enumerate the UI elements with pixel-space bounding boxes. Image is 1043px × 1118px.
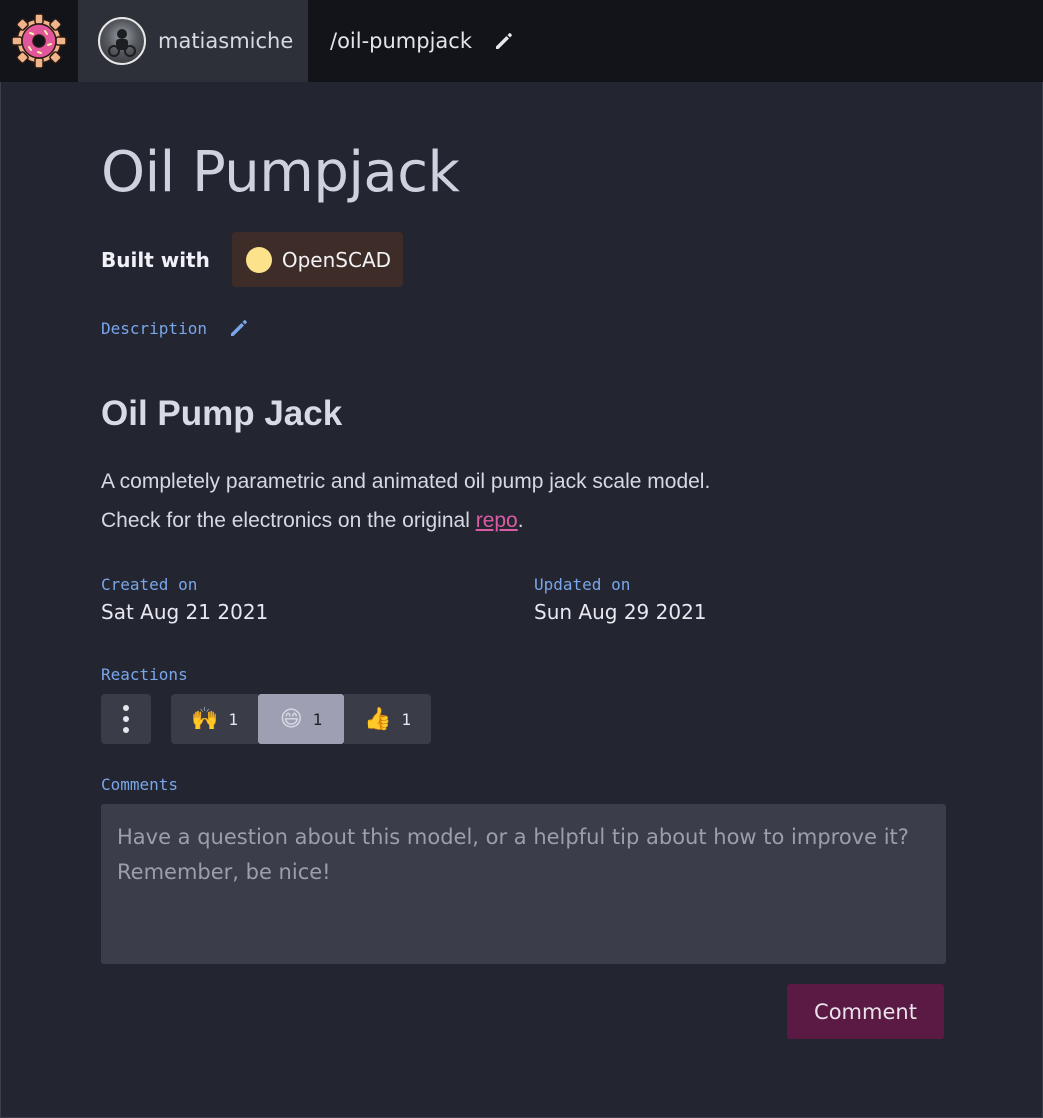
user-photo-icon bbox=[108, 29, 136, 57]
description-line-1: A completely parametric and animated oil… bbox=[101, 470, 711, 493]
reaction-grinning-face[interactable]: 😄 1 bbox=[258, 694, 344, 744]
slug-text: /oil-pumpjack bbox=[330, 29, 473, 53]
reactions-label: Reactions bbox=[101, 665, 188, 684]
edit-description-button[interactable] bbox=[229, 318, 249, 338]
avatar bbox=[98, 17, 146, 65]
created-value: Sat Aug 21 2021 bbox=[101, 600, 269, 624]
reactions-menu-button[interactable] bbox=[101, 694, 151, 744]
description-label: Description bbox=[101, 318, 207, 338]
repo-link[interactable]: repo bbox=[476, 509, 518, 532]
pencil-icon bbox=[230, 320, 247, 336]
description-body: A completely parametric and animated oil… bbox=[101, 462, 946, 540]
top-nav: matiasmiche /oil-pumpjack bbox=[0, 0, 1043, 82]
language-badge[interactable]: OpenSCAD bbox=[231, 232, 403, 287]
pencil-icon bbox=[496, 33, 512, 49]
kebab-dot-icon bbox=[123, 705, 129, 711]
grinning-face-icon: 😄 bbox=[279, 706, 303, 732]
logo[interactable] bbox=[0, 0, 78, 82]
comment-button[interactable]: Comment bbox=[787, 984, 944, 1039]
description-line-2-prefix: Check for the electronics on the origina… bbox=[101, 509, 476, 532]
comment-input[interactable] bbox=[101, 804, 946, 964]
reaction-thumbs-up[interactable]: 👍 1 bbox=[344, 694, 431, 744]
updated-on: Updated on Sun Aug 29 2021 bbox=[534, 575, 707, 624]
updated-value: Sun Aug 29 2021 bbox=[534, 600, 707, 624]
reaction-count: 1 bbox=[228, 709, 239, 729]
created-label: Created on bbox=[101, 575, 198, 594]
description-line-2: Check for the electronics on the origina… bbox=[101, 501, 946, 540]
description-line-2-suffix: . bbox=[517, 509, 524, 532]
username: matiasmiche bbox=[158, 29, 294, 53]
thumbs-up-icon: 👍 bbox=[363, 706, 392, 732]
updated-label: Updated on bbox=[534, 575, 631, 594]
reaction-group: 🙌 1 😄 1 👍 1 bbox=[171, 694, 431, 744]
user-profile-link[interactable]: matiasmiche bbox=[78, 0, 308, 82]
description-header: Description bbox=[101, 318, 249, 338]
reactions-bar: 🙌 1 😄 1 👍 1 bbox=[101, 694, 431, 744]
description-heading: Oil Pump Jack bbox=[101, 394, 343, 433]
reaction-count: 1 bbox=[401, 709, 412, 729]
created-on: Created on Sat Aug 21 2021 bbox=[101, 575, 268, 624]
reaction-count: 1 bbox=[312, 709, 323, 729]
comments-label: Comments bbox=[101, 775, 179, 794]
page-title: Oil Pumpjack bbox=[101, 140, 460, 205]
language-dot-icon bbox=[245, 246, 272, 273]
donut-gear-logo-icon bbox=[11, 13, 67, 69]
raised-hands-icon: 🙌 bbox=[190, 706, 219, 732]
edit-slug-button[interactable] bbox=[494, 31, 514, 51]
kebab-dot-icon bbox=[123, 727, 129, 733]
built-with-label: Built with bbox=[101, 247, 210, 272]
built-with-row: Built with OpenSCAD bbox=[101, 232, 403, 287]
reaction-raised-hands[interactable]: 🙌 1 bbox=[171, 694, 258, 744]
project-slug: /oil-pumpjack bbox=[308, 0, 514, 82]
language-name: OpenSCAD bbox=[281, 247, 392, 272]
kebab-dot-icon bbox=[123, 716, 129, 722]
